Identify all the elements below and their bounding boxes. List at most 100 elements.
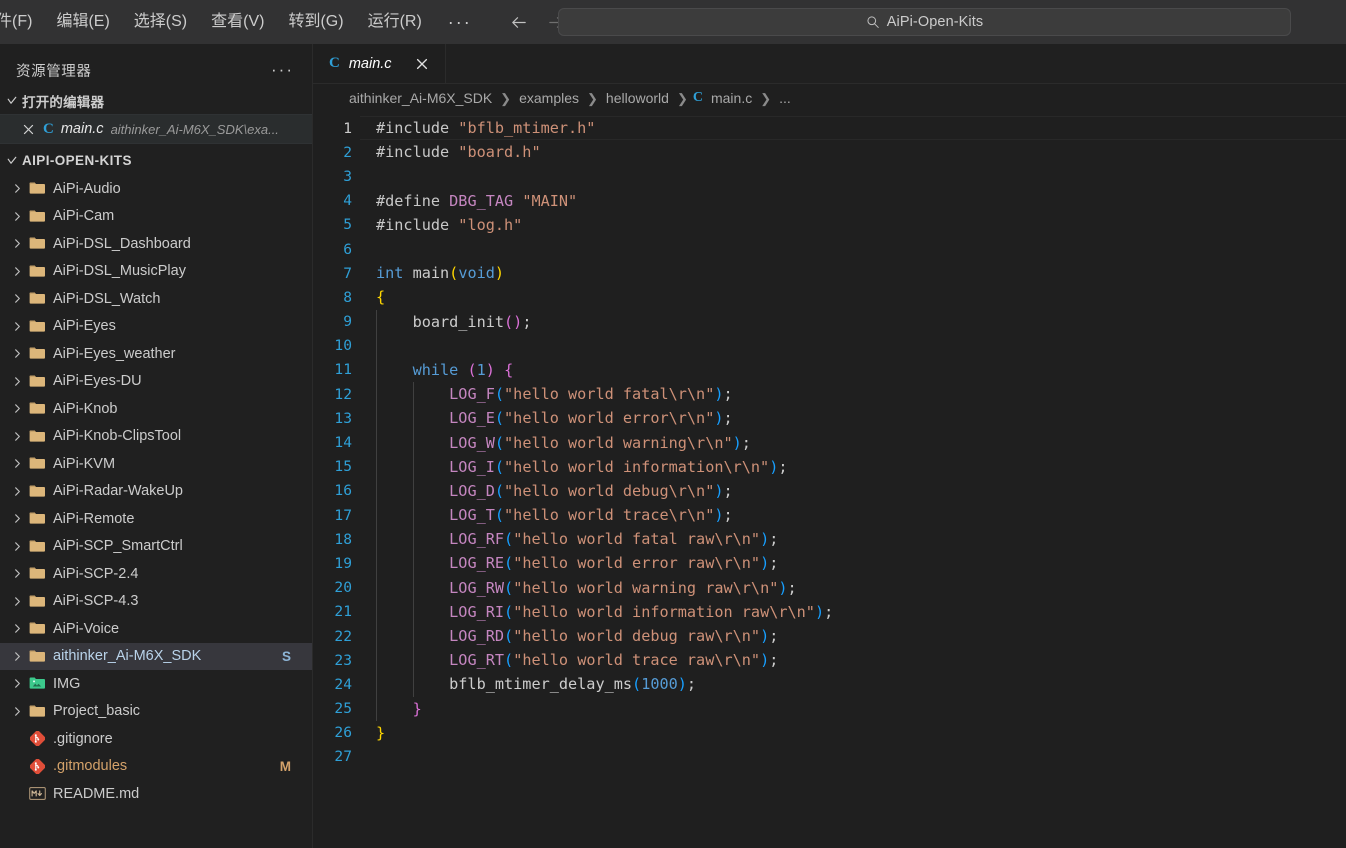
chevron-right-icon[interactable] [8,651,26,662]
tree-item-aipi-radar-wakeup[interactable]: AiPi-Radar-WakeUp [0,478,312,506]
close-icon[interactable] [413,55,431,73]
tree-item-aipi-eyes-weather[interactable]: AiPi-Eyes_weather [0,340,312,368]
open-editors-section-header[interactable]: 打开的编辑器 [0,88,312,114]
chevron-right-icon[interactable] [8,403,26,414]
code-line[interactable]: 12 LOG_F("hello world fatal\r\n"); [313,382,1346,406]
open-editor-item-main-c[interactable]: C main.c aithinker_Ai-M6X_SDK\exa... [0,114,312,144]
chevron-right-icon[interactable] [8,238,26,249]
code-line[interactable]: 17 LOG_T("hello world trace\r\n"); [313,503,1346,527]
code-line[interactable]: 22 LOG_RD("hello world debug raw\r\n"); [313,624,1346,648]
chevron-right-icon[interactable] [8,706,26,717]
menu-goto[interactable]: 转到(G) [276,8,355,35]
menu-run[interactable]: 运行(R) [356,8,434,35]
workspace-root-header[interactable]: AIPI-OPEN-KITS [0,147,312,174]
chevron-right-icon[interactable] [8,183,26,194]
code-line[interactable]: 13 LOG_E("hello world error\r\n"); [313,406,1346,430]
chevron-right-icon[interactable] [8,513,26,524]
tree-item-aipi-knob-clipstool[interactable]: AiPi-Knob-ClipsTool [0,423,312,451]
tree-item-aipi-voice[interactable]: AiPi-Voice [0,615,312,643]
code-line[interactable]: 16 LOG_D("hello world debug\r\n"); [313,479,1346,503]
tree-item-aipi-remote[interactable]: AiPi-Remote [0,505,312,533]
menu-edit[interactable]: 编辑(E) [44,8,121,35]
breadcrumb-item-4[interactable]: ... [776,89,794,107]
code-line[interactable]: 14 LOG_W("hello world warning\r\n"); [313,430,1346,454]
chevron-right-icon[interactable] [8,266,26,277]
chevron-right-icon[interactable] [8,678,26,689]
tree-item-aipi-dsl-watch[interactable]: AiPi-DSL_Watch [0,285,312,313]
tree-item-gitignore[interactable]: .gitignore [0,725,312,753]
tree-item-gitmodules[interactable]: .gitmodules M [0,753,312,781]
tree-item-aipi-kvm[interactable]: AiPi-KVM [0,450,312,478]
chevron-right-icon[interactable] [8,376,26,387]
menu-overflow-icon[interactable]: ··· [434,13,486,31]
open-editors-label: 打开的编辑器 [22,95,105,110]
line-number: 26 [334,724,352,742]
tree-item-aipi-audio[interactable]: AiPi-Audio [0,175,312,203]
chevron-right-icon[interactable] [8,348,26,359]
chevron-right-icon[interactable] [8,458,26,469]
code-line[interactable]: 6 [313,237,1346,261]
tree-item-label: README.md [53,785,140,802]
chevron-down-icon [4,93,20,109]
code-line[interactable]: 11 while (1) { [313,358,1346,382]
chevron-right-icon[interactable] [8,541,26,552]
code-line[interactable]: 23 LOG_RT("hello world trace raw\r\n"); [313,648,1346,672]
tree-item-aipi-knob[interactable]: AiPi-Knob [0,395,312,423]
code-line[interactable]: 18 LOG_RF("hello world fatal raw\r\n"); [313,527,1346,551]
code-line[interactable]: 26} [313,721,1346,745]
code-line[interactable]: 7 int main(void) [313,261,1346,285]
tree-item-readme-md[interactable]: README.md [0,780,312,808]
breadcrumb-item-1[interactable]: examples [516,89,582,107]
tree-item-aipi-eyes[interactable]: AiPi-Eyes [0,313,312,341]
tree-item-aipi-dsl-musicplay[interactable]: AiPi-DSL_MusicPlay [0,258,312,286]
chevron-right-icon[interactable] [8,321,26,332]
code-editor[interactable]: 1 #include "bflb_mtimer.h" 2 #include "boar… [313,112,1346,848]
code-line[interactable]: 8{ [313,285,1346,309]
tab-main-c[interactable]: C main.c [313,44,446,83]
chevron-right-icon[interactable] [8,431,26,442]
code-line[interactable]: 20 LOG_RW("hello world warning raw\r\n")… [313,576,1346,600]
c-file-icon: C [43,120,54,137]
tree-item-aipi-scp-4-3[interactable]: AiPi-SCP-4.3 [0,588,312,616]
code-line[interactable]: 25 } [313,697,1346,721]
code-line[interactable]: 9 board_init(); [313,310,1346,334]
menu-selection[interactable]: 选择(S) [122,8,199,35]
tree-item-aipi-scp-smartctrl[interactable]: AiPi-SCP_SmartCtrl [0,533,312,561]
search-box[interactable]: AiPi-Open-Kits [558,8,1291,36]
tree-item-aipi-scp-2-4[interactable]: AiPi-SCP-2.4 [0,560,312,588]
code-line[interactable]: 24 bflb_mtimer_delay_ms(1000); [313,672,1346,696]
code-line[interactable]: 19 LOG_RE("hello world error raw\r\n"); [313,551,1346,575]
tree-item-aipi-eyes-du[interactable]: AiPi-Eyes-DU [0,368,312,396]
breadcrumb-item-2[interactable]: helloworld [603,89,672,107]
code-line[interactable]: 27 [313,745,1346,769]
code-line[interactable]: 21 LOG_RI("hello world information raw\r… [313,600,1346,624]
menu-view[interactable]: 查看(V) [199,8,276,35]
code-line[interactable]: 3 [313,164,1346,188]
menu-file[interactable]: 件(F) [0,8,44,35]
tree-item-img[interactable]: IMG [0,670,312,698]
back-button[interactable] [504,7,534,37]
chevron-right-icon[interactable] [8,293,26,304]
chevron-right-icon[interactable] [8,486,26,497]
tree-item-aithinker-ai-m6x-sdk[interactable]: aithinker_Ai-M6X_SDK S [0,642,312,670]
chevron-right-icon[interactable] [8,211,26,222]
tree-item-aipi-dsl-dashboard[interactable]: AiPi-DSL_Dashboard [0,230,312,258]
chevron-right-icon[interactable] [8,596,26,607]
explorer-more-actions-icon[interactable]: ··· [267,61,298,78]
chevron-right-icon[interactable] [8,623,26,634]
close-icon[interactable] [20,121,36,137]
code-line[interactable]: 5 #include "log.h" [313,213,1346,237]
code-line[interactable]: 4 #define DBG_TAG "MAIN" [313,189,1346,213]
tree-item-aipi-cam[interactable]: AiPi-Cam [0,203,312,231]
code-line[interactable]: 1 #include "bflb_mtimer.h" [313,116,1346,140]
breadcrumb-item-3[interactable]: main.c [708,89,755,107]
breadcrumb-item-0[interactable]: aithinker_Ai-M6X_SDK [346,89,495,107]
tree-item-project-basic[interactable]: Project_basic [0,698,312,726]
code-line[interactable]: 10 [313,334,1346,358]
chevron-right-icon[interactable] [8,568,26,579]
code-line[interactable]: 2 #include "board.h" [313,140,1346,164]
command-center[interactable]: AiPi-Open-Kits [558,8,1291,36]
line-number: 8 [343,288,352,306]
code-line[interactable]: 15 LOG_I("hello world information\r\n"); [313,455,1346,479]
breadcrumb: aithinker_Ai-M6X_SDK ❯ examples ❯ helloworld… [313,84,1346,112]
